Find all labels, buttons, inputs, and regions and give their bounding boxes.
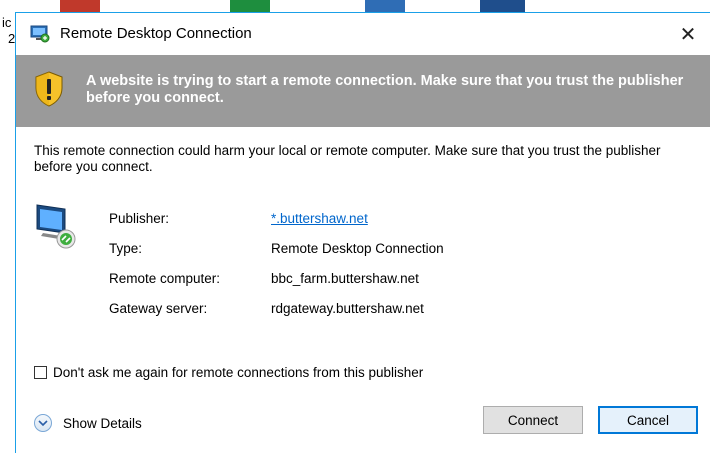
desktop-icon-red [60, 0, 100, 12]
publisher-link[interactable]: *.buttershaw.net [271, 211, 368, 227]
dialog-title: Remote Desktop Connection [60, 25, 252, 42]
cancel-button[interactable]: Cancel [598, 406, 698, 434]
rdc-security-dialog: Remote Desktop Connection ✕ A website is… [15, 12, 710, 454]
rdc-app-icon [30, 25, 50, 43]
remote-computer-label: Remote computer: [109, 271, 221, 286]
gateway-value: rdgateway.buttershaw.net [271, 301, 424, 316]
type-label: Type: [109, 241, 143, 256]
show-details-label[interactable]: Show Details [63, 416, 142, 431]
intro-text: This remote connection could harm your l… [34, 143, 661, 174]
monitor-connection-icon [35, 203, 79, 253]
chevron-down-icon[interactable] [34, 414, 52, 432]
shield-warning-icon [35, 71, 63, 107]
desktop-text-1: ic [2, 15, 12, 30]
remote-computer-value: bbc_farm.buttershaw.net [271, 271, 419, 286]
desktop-background [0, 0, 710, 12]
dont-ask-label[interactable]: Don't ask me again for remote connection… [53, 365, 423, 380]
warning-message: A website is trying to start a remote co… [86, 73, 684, 106]
warning-banner: A website is trying to start a remote co… [16, 55, 710, 127]
title-bar[interactable]: Remote Desktop Connection ✕ [16, 13, 710, 55]
desktop-icon-blue [365, 0, 405, 12]
dont-ask-checkbox[interactable] [34, 365, 47, 379]
gateway-label: Gateway server: [109, 301, 208, 316]
publisher-label: Publisher: [109, 211, 170, 226]
dialog-content: This remote connection could harm your l… [16, 127, 710, 454]
connect-button[interactable]: Connect [483, 406, 583, 434]
close-button[interactable]: ✕ [665, 13, 710, 55]
desktop-icon-navy [480, 0, 525, 12]
close-icon: ✕ [679, 23, 697, 46]
desktop-icon-green [230, 0, 270, 12]
show-details-toggle[interactable]: Show Details [34, 414, 142, 432]
type-value: Remote Desktop Connection [271, 241, 444, 256]
dont-ask-row[interactable]: Don't ask me again for remote connection… [34, 363, 423, 381]
